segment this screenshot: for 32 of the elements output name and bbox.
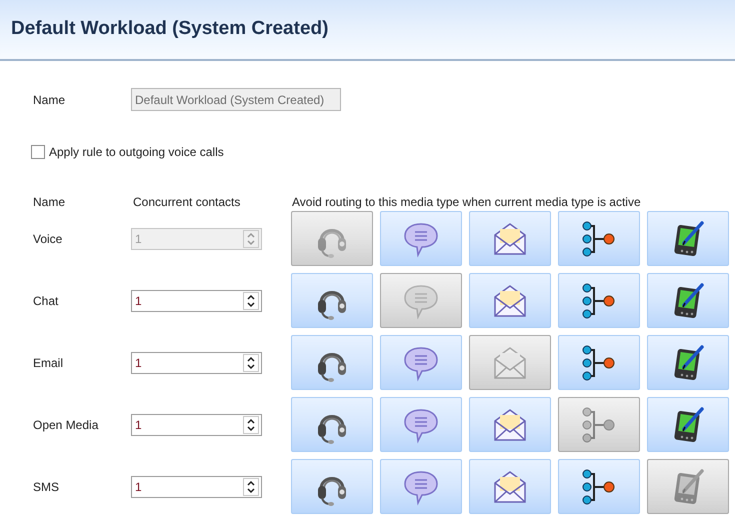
media-toggle-button[interactable] xyxy=(647,397,729,452)
media-toggle-button[interactable] xyxy=(558,335,640,390)
media-toggle-button[interactable] xyxy=(558,459,640,514)
media-toggle-button[interactable] xyxy=(647,273,729,328)
number-spinner[interactable]: 1 xyxy=(131,476,262,498)
media-toggle-button[interactable] xyxy=(469,397,551,452)
column-header: Name xyxy=(32,194,66,211)
name-label: Name xyxy=(33,92,66,108)
number-spinner[interactable]: 1 xyxy=(131,290,262,312)
media-toggle-button[interactable] xyxy=(558,273,640,328)
row-label: Chat xyxy=(32,292,60,310)
number-spinner[interactable]: 1 xyxy=(131,414,262,436)
column-header: Concurrent contacts xyxy=(133,194,242,211)
media-toggle-button[interactable] xyxy=(469,273,551,328)
media-toggle-button[interactable] xyxy=(291,397,373,452)
checkbox-label: Apply rule to outgoing voice calls xyxy=(49,144,224,161)
media-toggle-button[interactable] xyxy=(647,335,729,390)
column-header: Avoid routing to this media type when current media type is active xyxy=(292,194,641,211)
media-toggle-button[interactable] xyxy=(291,335,373,390)
media-toggle-button[interactable] xyxy=(380,459,462,514)
row-label: Open Media xyxy=(32,416,100,434)
row-label: Voice xyxy=(32,230,64,248)
window-title: Default Workload (System Created) xyxy=(11,17,328,42)
media-toggle-button[interactable] xyxy=(291,459,373,514)
row-label: SMS xyxy=(32,478,60,496)
media-toggle-button[interactable] xyxy=(469,459,551,514)
row-label: Email xyxy=(32,354,64,372)
media-toggle-button[interactable] xyxy=(291,273,373,328)
media-toggle-button[interactable] xyxy=(380,335,462,390)
number-spinner[interactable]: 1 xyxy=(131,352,262,374)
checkbox[interactable] xyxy=(31,145,45,159)
media-toggle-button[interactable] xyxy=(380,397,462,452)
